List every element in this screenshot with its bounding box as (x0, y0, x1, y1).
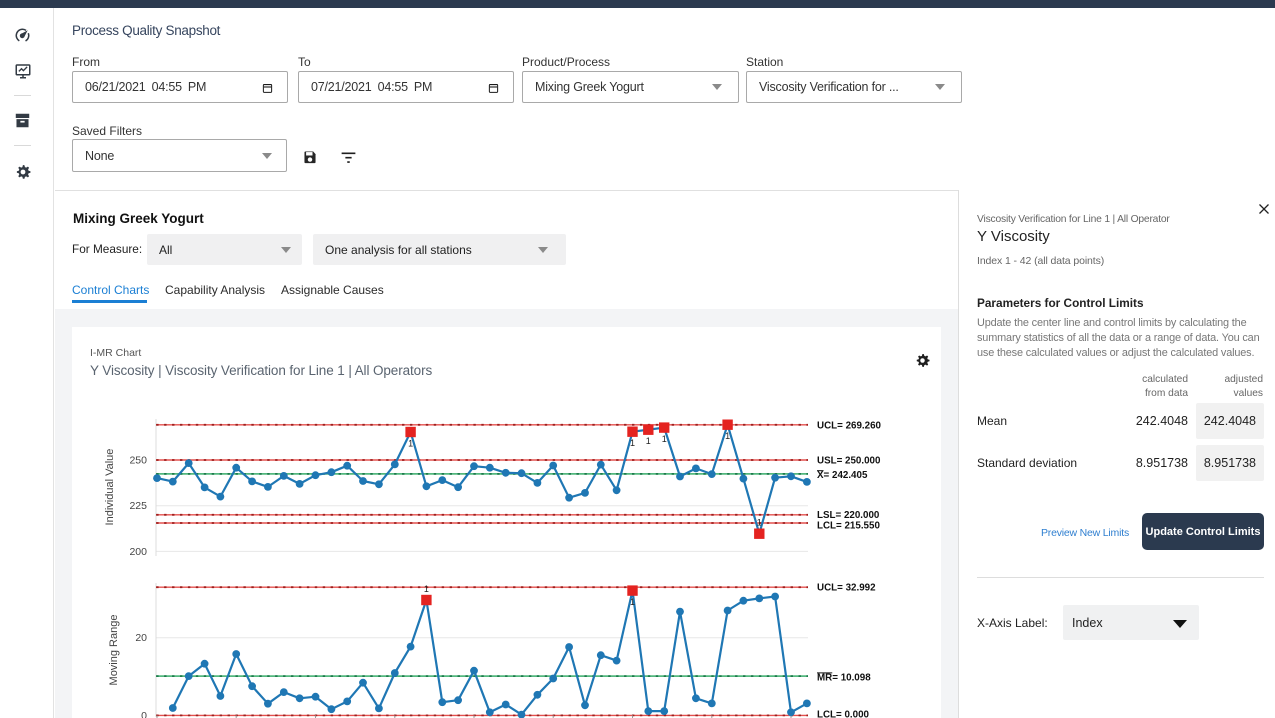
svg-text:MR= 10.098: MR= 10.098 (817, 672, 871, 683)
svg-text:X= 242.405: X= 242.405 (817, 470, 868, 481)
svg-text:200: 200 (129, 546, 147, 558)
svg-text:Individual Value: Individual Value (104, 449, 116, 526)
svg-text:USL= 250.000: USL= 250.000 (817, 456, 881, 467)
svg-text:20: 20 (135, 632, 147, 644)
svg-text:1: 1 (725, 431, 730, 441)
svg-text:1: 1 (757, 518, 762, 528)
svg-text:225: 225 (129, 500, 147, 512)
svg-text:LCL= 215.550: LCL= 215.550 (817, 521, 880, 532)
svg-text:1: 1 (630, 438, 635, 448)
svg-text:UCL= 32.992: UCL= 32.992 (817, 583, 876, 594)
svg-text:250: 250 (129, 455, 147, 467)
svg-text:LSL= 220.000: LSL= 220.000 (817, 510, 880, 521)
svg-text:LCL= 0.000: LCL= 0.000 (817, 709, 870, 718)
svg-text:1: 1 (408, 439, 413, 449)
svg-text:Moving Range: Moving Range (108, 615, 120, 686)
svg-text:1: 1 (646, 436, 651, 446)
svg-text:UCL= 269.260: UCL= 269.260 (817, 420, 882, 431)
svg-text:1: 1 (424, 584, 429, 594)
svg-text:1: 1 (630, 597, 635, 607)
svg-text:1: 1 (662, 434, 667, 444)
svg-text:0: 0 (141, 710, 147, 718)
